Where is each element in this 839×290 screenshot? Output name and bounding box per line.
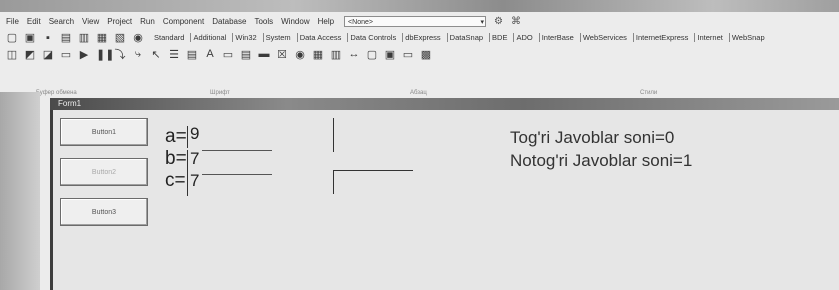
save-all-icon[interactable]: ▤ xyxy=(60,31,72,44)
tab-standard[interactable]: Standard xyxy=(152,33,186,42)
tab-ado[interactable]: ADO xyxy=(513,33,534,42)
groupbox-component-icon[interactable]: ▢ xyxy=(366,48,378,61)
tab-webservices[interactable]: WebServices xyxy=(579,33,629,42)
menu-bar: File Edit Search View Project Run Compon… xyxy=(0,13,839,29)
pause-icon[interactable]: ❚❚ xyxy=(96,48,114,61)
button-2[interactable]: Button2 xyxy=(60,158,148,186)
open-icon[interactable]: ▣ xyxy=(24,31,36,44)
desktop-set-icon[interactable]: ⌘ xyxy=(511,16,521,27)
menu-run[interactable]: Run xyxy=(140,17,155,26)
combobox-component-icon[interactable]: ▥ xyxy=(330,48,342,61)
edit-c-caret xyxy=(187,172,188,196)
menu-view[interactable]: View xyxy=(82,17,99,26)
background-ruler: Буфер обмена Шрифт Абзац Стили xyxy=(0,90,839,98)
ruler-label-font: Шрифт xyxy=(210,90,230,96)
menu-project[interactable]: Project xyxy=(107,17,132,26)
tab-additional[interactable]: Additional xyxy=(190,33,228,42)
tab-internetexpress[interactable]: InternetExpress xyxy=(632,33,691,42)
label-c: c= xyxy=(165,170,186,191)
desktop-combo-value: <None> xyxy=(348,18,373,26)
ruler-label-paragraph: Абзац xyxy=(410,90,427,96)
edit-component-icon[interactable]: ▭ xyxy=(222,48,234,61)
button-3[interactable]: Button3 xyxy=(60,198,148,226)
memo-left-edge-bottom xyxy=(333,170,334,194)
label-b: b= xyxy=(165,148,187,169)
tab-datasnap[interactable]: DataSnap xyxy=(446,33,485,42)
tab-system[interactable]: System xyxy=(262,33,293,42)
new-form-icon[interactable]: ▭ xyxy=(60,48,72,61)
radiogroup-component-icon[interactable]: ▣ xyxy=(384,48,396,61)
tab-dbexpress[interactable]: dbExpress xyxy=(402,33,442,42)
correct-answers-label: Tog'ri Javoblar soni=0 xyxy=(510,128,675,147)
pointer-icon[interactable]: ↖ xyxy=(150,48,162,61)
remove-file-icon[interactable]: ▧ xyxy=(114,31,126,44)
listbox-component-icon[interactable]: ▦ xyxy=(312,48,324,61)
step-over-icon[interactable]: ⤷ xyxy=(132,48,144,61)
debug-and-component-toolbar: ◫ ◩ ◪ ▭ ▶ ❚❚ ⤵ ⤷ ↖ ☰ ▤ A ▭ ▤ ▬ ☒ ◉ ▦ ▥ ↔… xyxy=(0,46,839,62)
label-component-icon[interactable]: A xyxy=(204,48,216,60)
popup-menu-component-icon[interactable]: ▤ xyxy=(186,48,198,61)
run-icon[interactable]: ▶ xyxy=(78,48,90,61)
menu-database[interactable]: Database xyxy=(212,17,246,26)
main-menu-component-icon[interactable]: ☰ xyxy=(168,48,180,61)
wrong-answers-label: Notog'ri Javoblar soni=1 xyxy=(510,151,693,170)
tab-internet[interactable]: Internet xyxy=(694,33,724,42)
add-file-icon[interactable]: ▦ xyxy=(96,31,108,44)
menu-edit[interactable]: Edit xyxy=(27,17,41,26)
view-form-icon[interactable]: ◩ xyxy=(24,48,36,61)
desktop-save-icon[interactable]: ⚙ xyxy=(494,16,503,27)
radiobutton-component-icon[interactable]: ◉ xyxy=(294,48,306,61)
toggle-form-unit-icon[interactable]: ◪ xyxy=(42,48,54,61)
view-unit-icon[interactable]: ◫ xyxy=(6,48,18,61)
button-component-icon[interactable]: ▬ xyxy=(258,48,270,60)
trace-into-icon[interactable]: ⤵ xyxy=(114,46,126,62)
memo-top-edge xyxy=(333,170,413,171)
open-project-icon[interactable]: ▥ xyxy=(78,31,90,44)
menu-file[interactable]: File xyxy=(6,17,19,26)
ruler-label-clipboard: Буфер обмена xyxy=(36,90,77,96)
chevron-down-icon: ▾ xyxy=(480,18,485,26)
object-inspector-edge xyxy=(0,92,40,290)
tab-data-access[interactable]: Data Access xyxy=(296,33,344,42)
desktop-combo[interactable]: <None> ▾ xyxy=(344,15,487,27)
menu-tools[interactable]: Tools xyxy=(254,17,273,26)
menu-component[interactable]: Component xyxy=(163,17,204,26)
edit-b-caret xyxy=(187,150,188,172)
panel-component-icon[interactable]: ▭ xyxy=(402,48,414,61)
ide-window: File Edit Search View Project Run Compon… xyxy=(0,0,839,290)
ruler-label-styles: Стили xyxy=(640,90,658,96)
edit-a-underline xyxy=(202,150,272,151)
button-1[interactable]: Button1 xyxy=(60,118,148,146)
help-icon[interactable]: ◉ xyxy=(132,31,144,44)
window-titlebar xyxy=(0,0,839,12)
tab-data-controls[interactable]: Data Controls xyxy=(347,33,398,42)
memo-left-edge-top xyxy=(333,118,334,152)
edit-b-value[interactable]: 7 xyxy=(190,149,199,169)
edit-c-value[interactable]: 7 xyxy=(190,171,199,191)
new-icon[interactable]: ▢ xyxy=(6,31,18,44)
form-left-border xyxy=(50,110,53,290)
scrollbar-component-icon[interactable]: ↔ xyxy=(348,48,360,60)
save-icon[interactable]: ▪ xyxy=(42,32,54,44)
tab-websnap[interactable]: WebSnap xyxy=(728,33,767,42)
tab-win32[interactable]: Win32 xyxy=(232,33,258,42)
edit-b-underline xyxy=(202,174,272,175)
menu-help[interactable]: Help xyxy=(318,17,334,26)
checkbox-component-icon[interactable]: ☒ xyxy=(276,48,288,61)
edit-a-caret xyxy=(187,126,188,148)
menu-search[interactable]: Search xyxy=(49,17,74,26)
standard-toolbar-and-palette-tabs: ▢ ▣ ▪ ▤ ▥ ▦ ▧ ◉ Standard Additional Win3… xyxy=(0,30,839,45)
edit-a-value[interactable]: 9 xyxy=(190,124,199,144)
actionlist-component-icon[interactable]: ▩ xyxy=(420,48,432,61)
tab-bde[interactable]: BDE xyxy=(489,33,509,42)
label-a: a= xyxy=(165,126,187,147)
form-caption[interactable]: Form1 xyxy=(50,98,839,110)
menu-window[interactable]: Window xyxy=(281,17,309,26)
tab-interbase[interactable]: InterBase xyxy=(538,33,576,42)
memo-component-icon[interactable]: ▤ xyxy=(240,48,252,61)
